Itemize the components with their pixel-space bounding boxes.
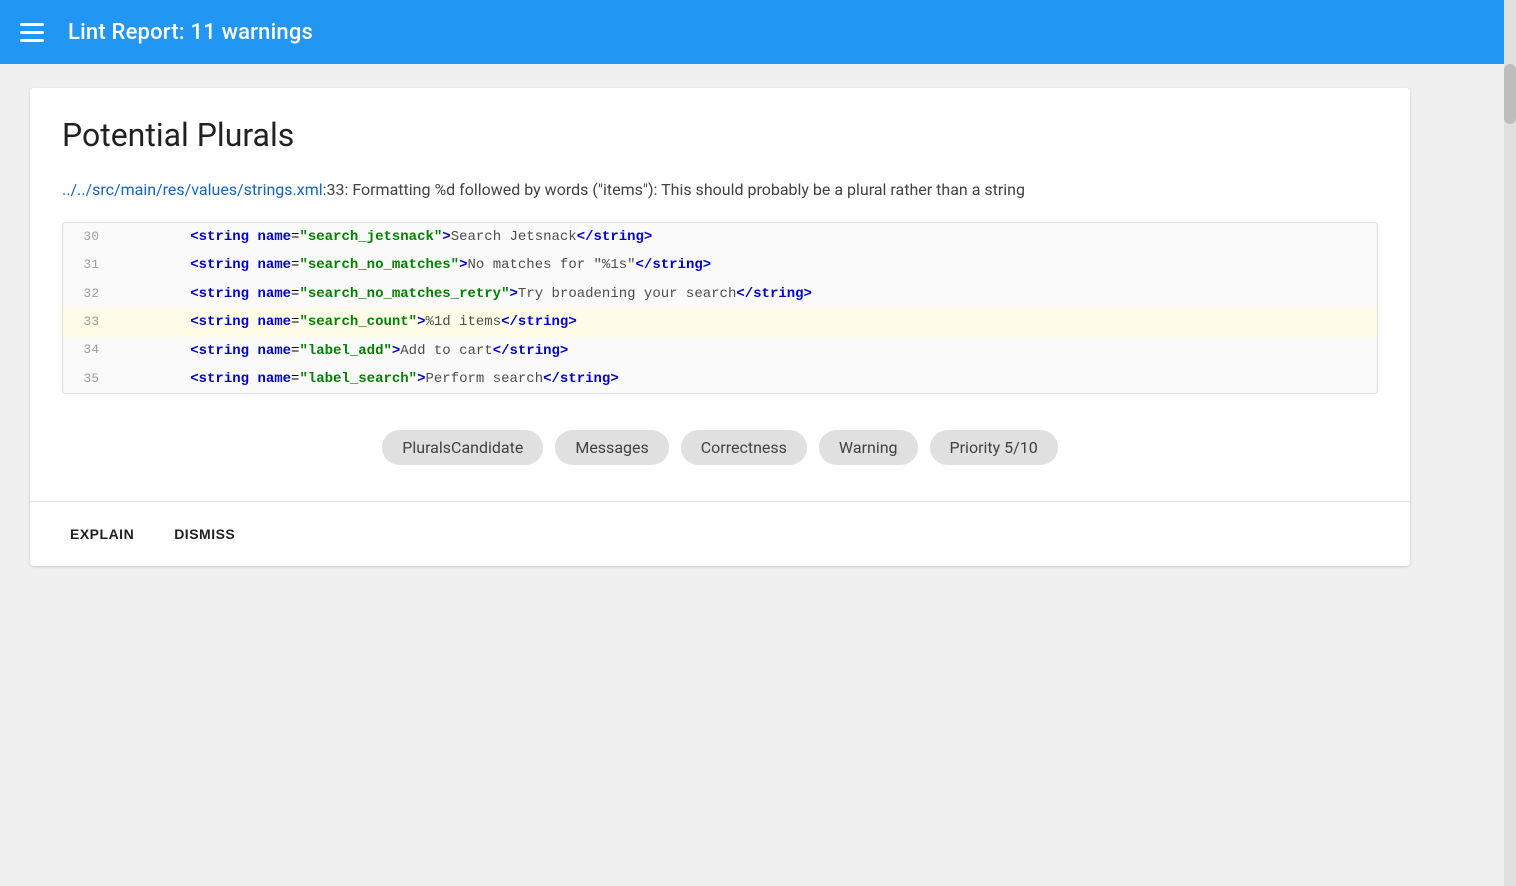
line-content: <string name="search_count">%1d items</s…	[115, 311, 1377, 333]
line-content: <string name="search_no_matches">No matc…	[115, 254, 1377, 276]
code-line: 33 <string name="search_count">%1d items…	[63, 308, 1377, 336]
app-bar: Lint Report: 11 warnings	[0, 0, 1516, 64]
card-body: Potential Plurals ../../src/main/res/val…	[30, 88, 1410, 501]
tag-chip[interactable]: Correctness	[681, 430, 807, 465]
tag-chip[interactable]: Warning	[819, 430, 918, 465]
lint-report-card: Potential Plurals ../../src/main/res/val…	[30, 88, 1410, 566]
line-number: 32	[63, 284, 115, 305]
hamburger-menu-button[interactable]	[20, 23, 44, 42]
code-line: 30 <string name="search_jetsnack">Search…	[63, 223, 1377, 251]
app-bar-title: Lint Report: 11 warnings	[68, 20, 313, 45]
line-number: 33	[63, 312, 115, 333]
tags-row: PluralsCandidate Messages Correctness Warni…	[62, 422, 1378, 481]
scrollbar[interactable]	[1504, 0, 1516, 886]
description: ../../src/main/res/values/strings.xml:33…	[62, 178, 1378, 202]
scrollbar-thumb[interactable]	[1504, 64, 1516, 124]
line-content: <string name="label_add">Add to cart</st…	[115, 340, 1377, 362]
line-number: 34	[63, 340, 115, 361]
tag-chip[interactable]: Messages	[555, 430, 668, 465]
line-number: 31	[63, 255, 115, 276]
code-block: 30 <string name="search_jetsnack">Search…	[62, 222, 1378, 394]
line-number: 30	[63, 227, 115, 248]
line-content: <string name="search_no_matches_retry">T…	[115, 283, 1377, 305]
file-link[interactable]: ../../src/main/res/values/strings.xml	[62, 180, 323, 199]
code-line: 35 <string name="label_search">Perform s…	[63, 365, 1377, 393]
line-content: <string name="label_search">Perform sear…	[115, 368, 1377, 390]
code-line: 34 <string name="label_add">Add to cart<…	[63, 337, 1377, 365]
main-content: Potential Plurals ../../src/main/res/val…	[0, 64, 1516, 886]
tag-chip[interactable]: Priority 5/10	[930, 430, 1058, 465]
line-number: 35	[63, 369, 115, 390]
card-footer: EXPLAINDISMISS	[30, 501, 1410, 566]
line-content: <string name="search_jetsnack">Search Je…	[115, 226, 1377, 248]
explain-button[interactable]: EXPLAIN	[54, 516, 150, 552]
card-title: Potential Plurals	[62, 116, 1378, 154]
dismiss-button[interactable]: DISMISS	[158, 516, 251, 552]
code-line: 32 <string name="search_no_matches_retry…	[63, 280, 1377, 308]
description-message: :33: Formatting %d followed by words ("i…	[323, 180, 1025, 199]
tag-chip[interactable]: PluralsCandidate	[382, 430, 543, 465]
code-line: 31 <string name="search_no_matches">No m…	[63, 251, 1377, 279]
